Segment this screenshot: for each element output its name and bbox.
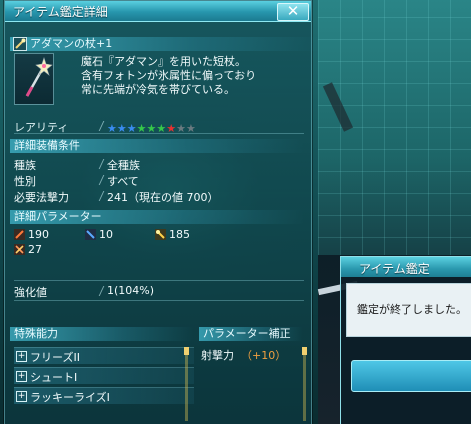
param-bonus-header: パラメーター補正 — [199, 327, 303, 341]
stat-ranged-value: 10 — [99, 228, 113, 241]
ability-row[interactable]: + フリーズII — [14, 347, 194, 364]
item-name: アダマンの杖+1 — [30, 37, 113, 50]
ability-name: ラッキーライズI — [30, 391, 110, 404]
condition-race-label: 種族 — [14, 159, 36, 172]
separator-slash — [98, 121, 105, 131]
stat-defense-value: 27 — [28, 243, 42, 256]
special-abilities-header: 特殊能力 — [10, 327, 194, 341]
window-title: アイテム鑑定詳細 — [13, 5, 108, 19]
item-name-bar: アダマンの杖+1 — [10, 37, 320, 51]
dialog-titlebar[interactable]: アイテム鑑定 — [341, 257, 471, 277]
expand-plus-icon[interactable]: + — [16, 391, 27, 402]
abilities-scroll-thumb[interactable] — [184, 347, 189, 355]
abilities-scrollbar[interactable] — [185, 351, 188, 421]
background-grid-wall — [318, 0, 471, 260]
close-button[interactable]: ✕ — [277, 3, 309, 21]
enhance-label: 強化値 — [14, 286, 47, 299]
divider — [14, 300, 304, 301]
wand-icon — [155, 229, 166, 240]
dialog-ok-button[interactable] — [351, 360, 471, 392]
item-description-line-3: 常に先端が冷気を帯びている。 — [81, 83, 235, 96]
bonus-shooting-label: 射撃力 — [201, 349, 234, 362]
wand-weapon-icon — [25, 57, 53, 97]
expand-plus-icon[interactable]: + — [16, 371, 27, 382]
condition-race-value: 全種族 — [107, 159, 140, 172]
parameters-header: 詳細パラメーター — [10, 210, 304, 224]
bonus-scrollbar[interactable] — [303, 351, 306, 421]
divider — [14, 280, 304, 281]
window-titlebar[interactable]: アイテム鑑定詳細 ✕ — [5, 1, 311, 22]
gun-icon — [85, 229, 96, 240]
condition-tech-label: 必要法撃力 — [14, 191, 69, 204]
stat-tech-value: 185 — [169, 228, 190, 241]
equip-conditions-header: 詳細装備条件 — [10, 139, 304, 153]
enhance-value: 1(104%) — [107, 284, 155, 297]
ability-name: フリーズII — [30, 351, 80, 364]
ability-row[interactable]: + シュートI — [14, 367, 194, 384]
crossed-icon — [14, 244, 25, 255]
separator-slash — [98, 286, 105, 296]
bonus-shooting-value: （+10） — [241, 349, 287, 362]
bonus-scroll-thumb[interactable] — [302, 347, 307, 355]
ability-row[interactable]: + ラッキーライズI — [14, 387, 194, 404]
separator-slash — [98, 159, 105, 169]
game-screen: アイテム鑑定詳細 ✕ アダマンの杖+1 魔石『アダマン』を用いた短杖。 含有フォ… — [0, 0, 471, 424]
item-appraisal-detail-window: アイテム鑑定詳細 ✕ アダマンの杖+1 魔石『アダマン』を用いた短杖。 含有フォ… — [4, 0, 320, 424]
wand-type-icon — [13, 37, 27, 51]
dialog-title: アイテム鑑定 — [359, 262, 430, 276]
dialog-message: 鑑定が終了しました。 — [357, 303, 467, 316]
divider — [14, 133, 304, 134]
condition-tech-value: 241（現在の値 700） — [107, 191, 219, 204]
condition-gender-value: すべて — [107, 175, 139, 188]
expand-plus-icon[interactable]: + — [16, 351, 27, 362]
separator-slash — [98, 175, 105, 185]
weapon-image-frame — [14, 53, 54, 105]
stat-melee-value: 190 — [28, 228, 49, 241]
ability-name: シュートI — [30, 371, 78, 384]
separator-slash — [98, 191, 105, 201]
appraisal-dialog: アイテム鑑定 鑑定が終了しました。 — [340, 256, 471, 424]
dialog-message-box: 鑑定が終了しました。 — [346, 283, 471, 337]
condition-gender-label: 性別 — [14, 175, 36, 188]
sword-icon — [14, 229, 25, 240]
